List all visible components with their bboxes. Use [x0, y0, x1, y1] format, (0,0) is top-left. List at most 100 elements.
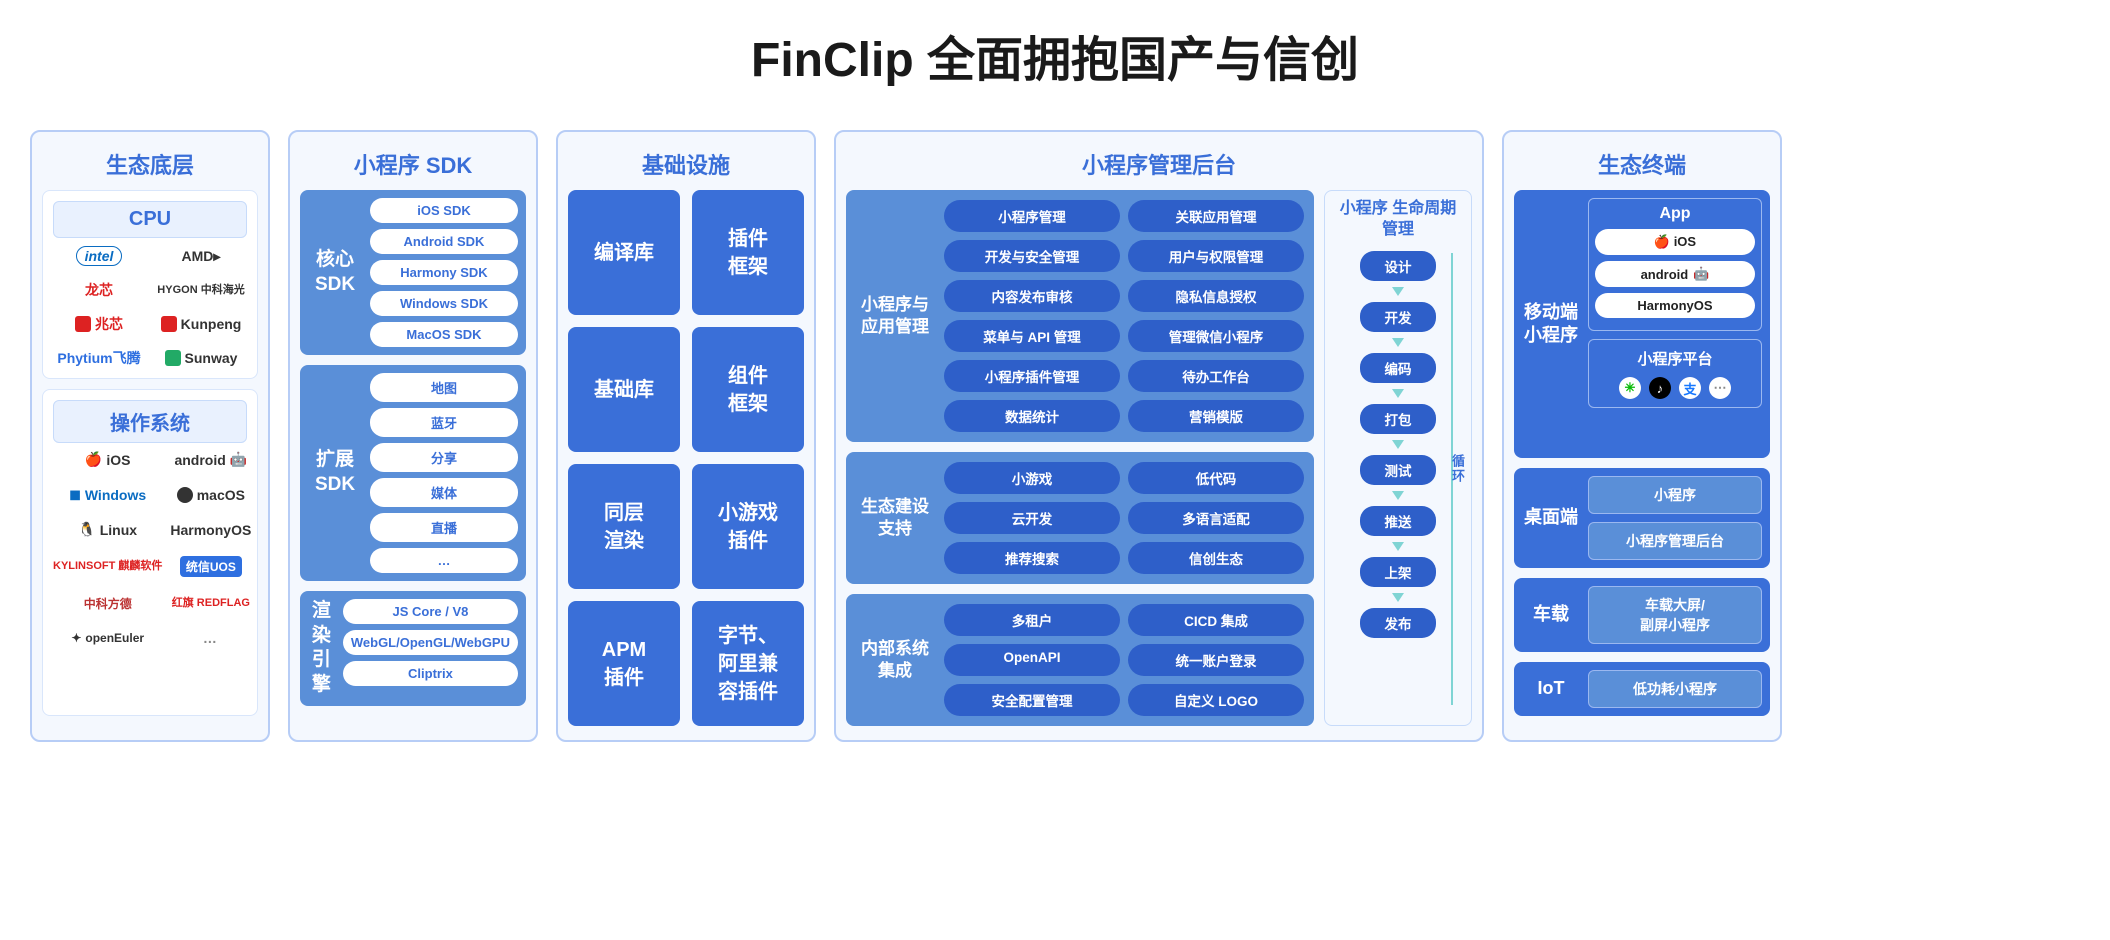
infra-box: 同层 渲染: [568, 464, 680, 589]
sdk-item: …: [370, 548, 518, 573]
mgmt-item: 内容发布审核: [944, 280, 1120, 312]
sdk-item: 直播: [370, 513, 518, 542]
platform-card: 小程序平台✳♪支⋯: [1588, 339, 1762, 408]
col-terminals: 生态终端 移动端 小程序App🍎 iOSandroid 🤖HarmonyOS小程…: [1502, 130, 1782, 742]
mgmt-item: 信创生态: [1128, 542, 1304, 574]
eco-label: 桌面端: [1522, 476, 1580, 560]
arrow-down-icon: [1392, 389, 1404, 398]
sdk-label: 核心 SDK: [308, 198, 362, 347]
eco-row-3: IoT低功耗小程序: [1514, 662, 1770, 716]
tiktok-icon: ♪: [1649, 377, 1671, 399]
arrow-down-icon: [1392, 287, 1404, 296]
col3-header: 基础设施: [568, 142, 804, 190]
sdk-label: 渲染 引擎: [308, 599, 335, 698]
mgmt-item: CICD 集成: [1128, 604, 1304, 636]
logo-openeuler: ✦openEuler: [71, 631, 144, 645]
mgmt-label: 生态建设 支持: [856, 462, 934, 574]
sdk-item: JS Core / V8: [343, 599, 518, 624]
mgmt-item: 管理微信小程序: [1128, 320, 1304, 352]
mgmt-item: 安全配置管理: [944, 684, 1120, 716]
mgmt-section-1: 生态建设 支持小游戏低代码云开发多语言适配推荐搜索信创生态: [846, 452, 1314, 584]
mgmt-item: 多租户: [944, 604, 1120, 636]
logo-zhaoxin: 兆芯: [75, 314, 123, 334]
mgmt-item: 统一账户登录: [1128, 644, 1304, 676]
eco-row-0: 移动端 小程序App🍎 iOSandroid 🤖HarmonyOS小程序平台✳♪…: [1514, 190, 1770, 458]
mgmt-section-0: 小程序与 应用管理小程序管理关联应用管理开发与安全管理用户与权限管理内容发布审核…: [846, 190, 1314, 442]
logo-loongson: 龙芯: [85, 280, 113, 300]
lifecycle-step: 推送: [1360, 506, 1436, 536]
logo-phytium: Phytium飞腾: [57, 348, 140, 368]
logo-redflag: 红旗 REDFLAG: [172, 597, 250, 609]
eco-item: 小程序管理后台: [1588, 522, 1762, 560]
os-title: 操作系统: [53, 400, 247, 443]
col-infra: 基础设施 编译库插件 框架基础库组件 框架同层 渲染小游戏 插件APM 插件字节…: [556, 130, 816, 742]
sdk-label: 扩展 SDK: [308, 373, 362, 573]
mgmt-item: 推荐搜索: [944, 542, 1120, 574]
logo-harmonyos: HarmonyOS: [170, 522, 251, 538]
lifecycle-loop-label: 循环: [1448, 454, 1467, 484]
mgmt-item: 营销模版: [1128, 400, 1304, 432]
more-icon: ⋯: [1709, 377, 1731, 399]
lifecycle-step: 上架: [1360, 557, 1436, 587]
sdk-item: 蓝牙: [370, 408, 518, 437]
logo-linux: 🐧Linux: [78, 521, 137, 538]
mgmt-label: 内部系统 集成: [856, 604, 934, 716]
lifecycle-step: 开发: [1360, 302, 1436, 332]
app-os-item: 🍎 iOS: [1595, 229, 1755, 255]
arrow-down-icon: [1392, 440, 1404, 449]
eco-row-1: 桌面端小程序小程序管理后台: [1514, 468, 1770, 568]
mgmt-section-2: 内部系统 集成多租户CICD 集成OpenAPI统一账户登录安全配置管理自定义 …: [846, 594, 1314, 726]
mgmt-item: 自定义 LOGO: [1128, 684, 1304, 716]
sdk-item: MacOS SDK: [370, 322, 518, 347]
col-ecosystem-base: 生态底层 CPU intel AMD▸ 龙芯 HYGON 中科海光 兆芯 Kun…: [30, 130, 270, 742]
logo-hygon: HYGON 中科海光: [157, 284, 244, 296]
lifecycle-step: 发布: [1360, 608, 1436, 638]
arrow-down-icon: [1392, 338, 1404, 347]
platform-title: 小程序平台: [1597, 348, 1753, 369]
mgmt-item: 数据统计: [944, 400, 1120, 432]
col-mgmt: 小程序管理后台 小程序与 应用管理小程序管理关联应用管理开发与安全管理用户与权限…: [834, 130, 1484, 742]
lifecycle-panel: 小程序 生命周期管理 循环 设计开发编码打包测试推送上架发布: [1324, 190, 1472, 726]
sdk-section-1: 扩展 SDK地图蓝牙分享媒体直播…: [300, 365, 526, 581]
infra-box: 小游戏 插件: [692, 464, 804, 589]
mgmt-item: 开发与安全管理: [944, 240, 1120, 272]
sdk-item: Cliptrix: [343, 661, 518, 686]
app-card: App🍎 iOSandroid 🤖HarmonyOS: [1588, 198, 1762, 331]
col-sdk: 小程序 SDK 核心 SDKiOS SDKAndroid SDKHarmony …: [288, 130, 538, 742]
col4-header: 小程序管理后台: [846, 142, 1472, 190]
mgmt-item: 云开发: [944, 502, 1120, 534]
architecture-board: 生态底层 CPU intel AMD▸ 龙芯 HYGON 中科海光 兆芯 Kun…: [30, 130, 2080, 742]
lifecycle-step: 测试: [1360, 455, 1436, 485]
mgmt-item: 小程序插件管理: [944, 360, 1120, 392]
sdk-item: 分享: [370, 443, 518, 472]
arrow-down-icon: [1392, 593, 1404, 602]
mgmt-item: 小游戏: [944, 462, 1120, 494]
alipay-icon: 支: [1679, 377, 1701, 399]
infra-box: 编译库: [568, 190, 680, 315]
sdk-item: Harmony SDK: [370, 260, 518, 285]
cpu-title: CPU: [53, 201, 247, 238]
logo-ios: 🍎iOS: [85, 451, 131, 468]
app-os-item: android 🤖: [1595, 261, 1755, 287]
lifecycle-title: 小程序 生命周期管理: [1333, 199, 1463, 241]
infra-box: 插件 框架: [692, 190, 804, 315]
infra-box: APM 插件: [568, 601, 680, 726]
logo-intel: intel: [76, 246, 123, 266]
eco-item: 小程序: [1588, 476, 1762, 514]
logo-kunpeng: Kunpeng: [161, 316, 242, 332]
sdk-section-0: 核心 SDKiOS SDKAndroid SDKHarmony SDKWindo…: [300, 190, 526, 355]
logo-amd: AMD▸: [182, 248, 221, 265]
logo-nfschina: 中科方德: [84, 595, 132, 612]
sdk-item: Windows SDK: [370, 291, 518, 316]
cpu-card: CPU intel AMD▸ 龙芯 HYGON 中科海光 兆芯 Kunpeng …: [42, 190, 258, 379]
page-title: FinClip 全面拥抱国产与信创: [30, 20, 2080, 90]
mgmt-item: 多语言适配: [1128, 502, 1304, 534]
col5-header: 生态终端: [1514, 142, 1770, 190]
infra-box: 字节、 阿里兼 容插件: [692, 601, 804, 726]
eco-label: IoT: [1522, 670, 1580, 708]
logo-sunway: Sunway: [165, 350, 238, 366]
eco-label: 移动端 小程序: [1522, 198, 1580, 450]
mgmt-item: OpenAPI: [944, 644, 1120, 676]
logo-kylin: KYLINSOFT 麒麟软件: [53, 560, 162, 572]
arrow-down-icon: [1392, 542, 1404, 551]
